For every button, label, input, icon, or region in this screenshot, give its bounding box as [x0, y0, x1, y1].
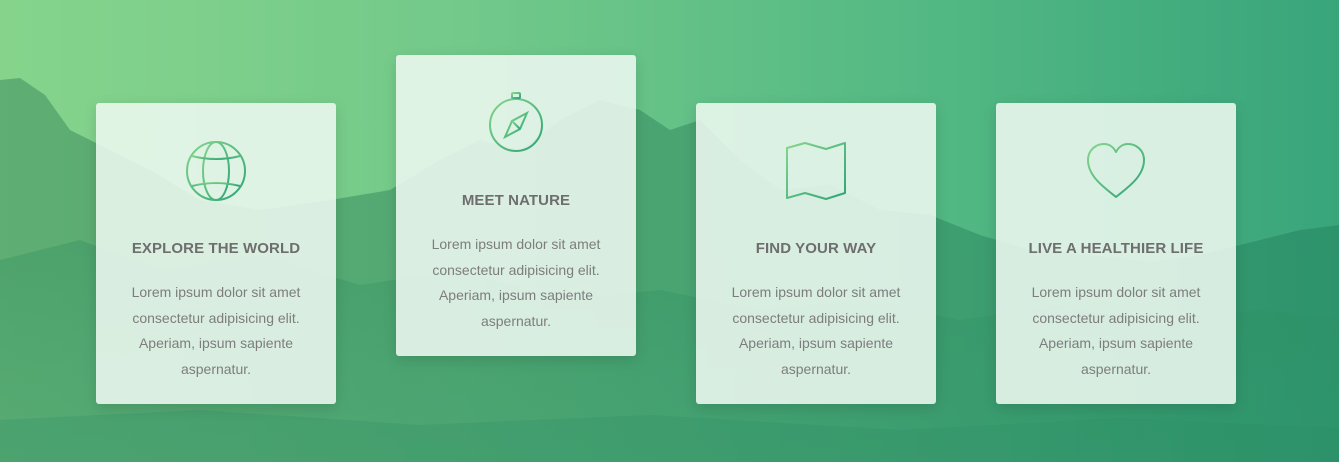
feature-title: EXPLORE THE WORLD [131, 240, 301, 257]
feature-description: Lorem ipsum dolor sit amet consectetur a… [1031, 284, 1201, 377]
feature-title: FIND YOUR WAY [755, 240, 877, 257]
feature-card-nature: MEET NATURE Lorem ipsum dolor sit amet c… [396, 55, 636, 356]
feature-title: MEET NATURE [461, 192, 571, 209]
map-icon [785, 140, 847, 202]
compass-icon [485, 92, 547, 154]
feature-description: Lorem ipsum dolor sit amet consectetur a… [131, 284, 301, 377]
globe-icon [185, 140, 247, 202]
feature-description: Lorem ipsum dolor sit amet consectetur a… [731, 284, 901, 377]
feature-title: LIVE A HEALTHIER LIFE [1028, 240, 1204, 257]
feature-description: Lorem ipsum dolor sit amet consectetur a… [431, 236, 601, 329]
feature-card-way: FIND YOUR WAY Lorem ipsum dolor sit amet… [696, 103, 936, 404]
heart-icon [1085, 140, 1147, 202]
feature-card-explore: EXPLORE THE WORLD Lorem ipsum dolor sit … [96, 103, 336, 404]
feature-card-health: LIVE A HEALTHIER LIFE Lorem ipsum dolor … [996, 103, 1236, 404]
features-section: EXPLORE THE WORLD Lorem ipsum dolor sit … [0, 0, 1339, 462]
